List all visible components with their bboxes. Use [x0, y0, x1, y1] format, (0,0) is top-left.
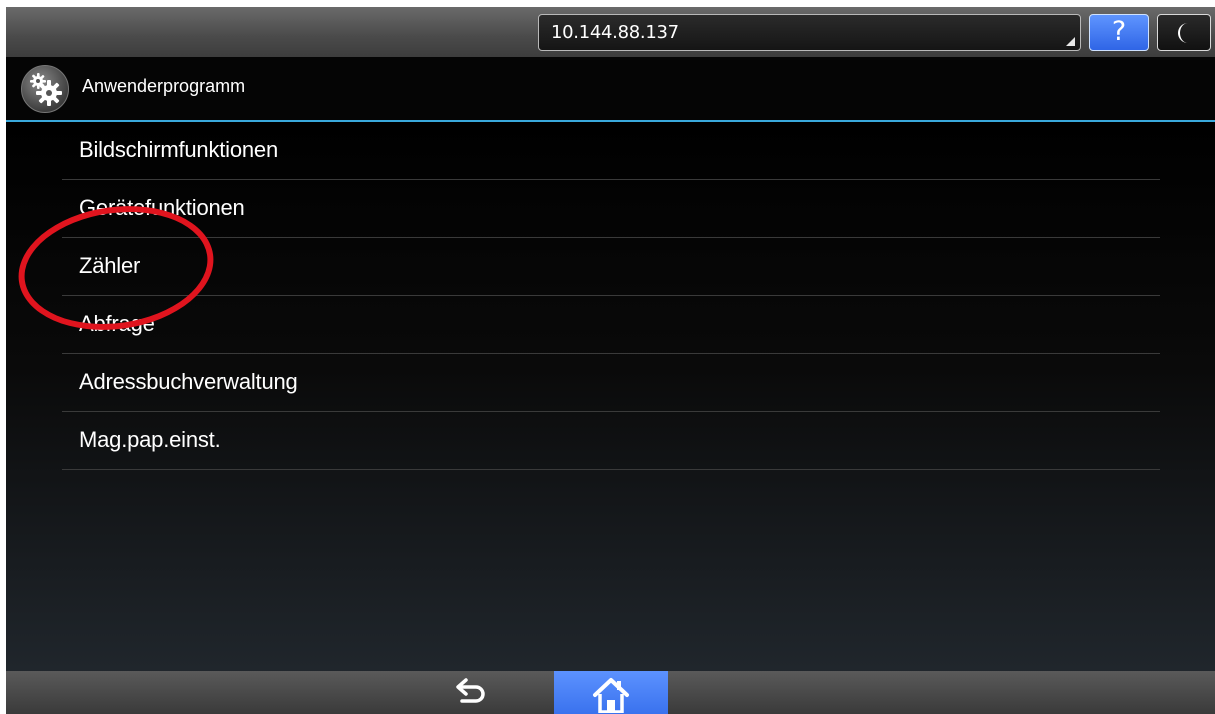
expand-corner-icon [1066, 37, 1075, 46]
status-bar: 10.144.88.137 ? [6, 7, 1215, 57]
title-bar: Anwenderprogramm [6, 57, 1215, 120]
help-button[interactable]: ? [1089, 14, 1149, 51]
gears-icon [21, 65, 69, 113]
menu-item-adressbuchverwaltung[interactable]: Adressbuchverwaltung [62, 354, 1160, 412]
menu-item-abfrage[interactable]: Abfrage [62, 296, 1160, 354]
back-button[interactable] [450, 675, 490, 711]
moon-icon [1178, 23, 1188, 43]
energy-saver-button[interactable] [1157, 14, 1211, 51]
menu-list: Bildschirmfunktionen Gerätefunktionen Zä… [6, 122, 1215, 671]
back-arrow-icon [456, 678, 485, 703]
page-title: Anwenderprogramm [82, 76, 246, 96]
menu-item-label: Adressbuchverwaltung [79, 369, 298, 394]
menu-item-zaehler[interactable]: Zähler [62, 238, 1160, 296]
home-button[interactable] [554, 671, 668, 714]
printer-panel-screen: 10.144.88.137 ? Anwenderprogramm Bildsch… [6, 7, 1215, 714]
menu-item-label: Mag.pap.einst. [79, 427, 221, 452]
device-address-field[interactable]: 10.144.88.137 [538, 14, 1081, 51]
help-button-label: ? [1111, 16, 1127, 47]
device-address-text: 10.144.88.137 [551, 22, 679, 43]
home-icon [593, 678, 629, 713]
menu-item-label: Bildschirmfunktionen [79, 137, 278, 162]
menu-item-bildschirmfunktionen[interactable]: Bildschirmfunktionen [62, 122, 1160, 180]
menu-item-geraetefunktionen[interactable]: Gerätefunktionen [62, 180, 1160, 238]
menu-item-magpapeinst[interactable]: Mag.pap.einst. [62, 412, 1160, 470]
navigation-bar [6, 671, 1215, 714]
